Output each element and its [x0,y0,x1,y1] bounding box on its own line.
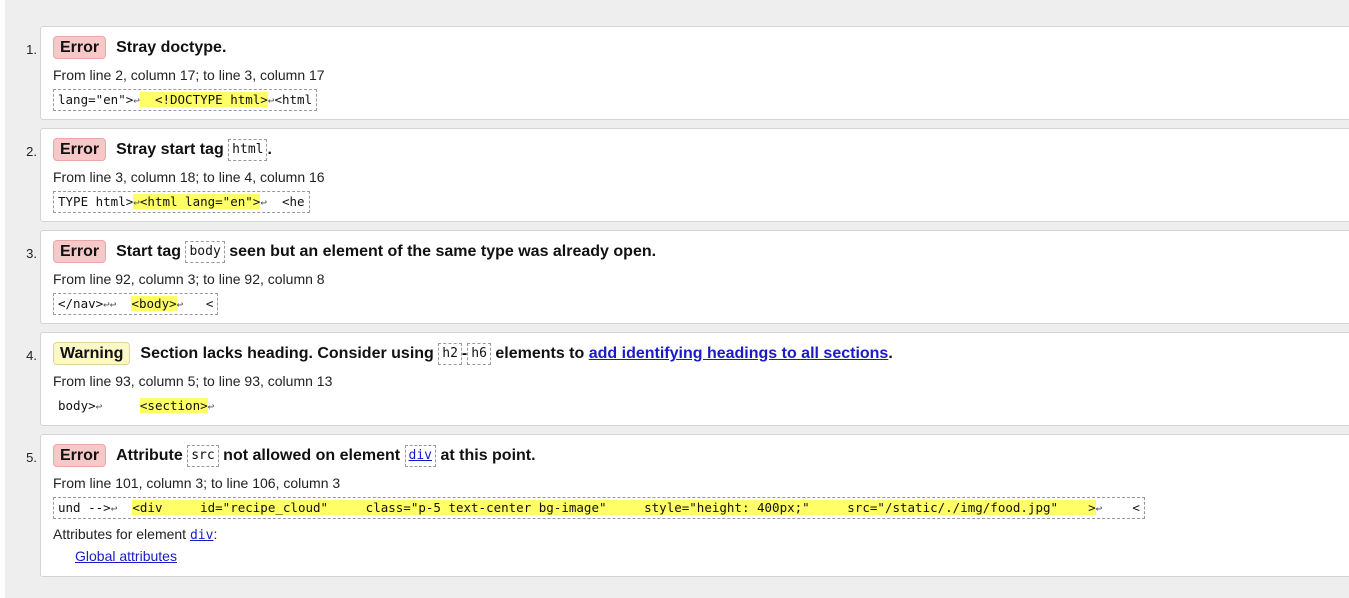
code-token: html [228,139,268,161]
location-text: From line 3, column 18; to line 4, colum… [53,169,325,185]
extract-highlight: <!DOCTYPE html> [139,92,268,107]
div-element-link[interactable]: div [409,448,432,463]
message-heading: Error Stray doctype. [53,36,226,59]
newline-icon: ↩ [260,196,267,209]
message-item: 1. Error Stray doctype. From line 2, colu… [26,26,1349,120]
code-token: src [187,445,219,467]
left-margin [0,0,5,598]
code-token: div [404,445,437,467]
headings-link[interactable]: add identifying headings to all sections [589,345,889,362]
code-extract: lang="en">↩ <!DOCTYPE html>↩<html [53,89,318,111]
error-badge: Error [53,138,107,161]
message-text: Stray start tag [116,141,224,158]
message-number: 3. [26,246,37,261]
extract-before: body> [58,398,96,413]
colon: : [213,526,218,542]
warning-badge: Warning [53,342,131,365]
code-token: h2 [438,343,462,365]
message-text: seen but an element of the same type was… [229,243,657,260]
extract-highlight: <div id="recipe_cloud" class="p-5 text-c… [132,500,1096,515]
message-text: at this point. [440,447,536,464]
extract-before: und --> [58,500,111,515]
attributes-label: Attributes for element [53,526,187,542]
newline-icon: ↩ [95,400,103,413]
message-text: Stray doctype. [116,39,227,56]
message-text: . [267,141,272,158]
message-text: Attribute [116,447,183,464]
extract-after: < [183,296,214,311]
extract-after: < [1102,500,1140,515]
message-item: 3. Error Start tag body seen but an eleme… [26,230,1349,324]
code-extract: und -->↩ <div id="recipe_cloud" class="p… [53,497,1145,519]
location-text: From line 93, column 5; to line 93, colu… [53,373,333,389]
message-number: 4. [26,348,37,363]
message-text: not allowed on element [223,447,401,464]
extract-highlight: <section> [139,398,208,413]
message-text: elements to [495,345,585,362]
message-text: Start tag [116,243,182,260]
extract-highlight: ↩<html lang="en"> [133,194,261,209]
message-item: 2. Error Stray start tag html. From line … [26,128,1349,222]
newline-icon: ↩ [110,502,118,515]
code-token: h6 [467,343,491,365]
location-text: From line 2, column 17; to line 3, colum… [53,67,325,83]
extract-before: TYPE html> [58,194,134,209]
message-text: Section lacks heading. Consider using [140,345,434,362]
newline-icon: ↩ [207,400,215,413]
error-badge: Error [53,240,107,263]
extract-after: <html [274,92,313,107]
message-item: 5. Error Attribute src not allowed on ele… [26,434,1349,577]
newline-icon: ↩ [133,94,140,107]
message-heading: Error Attribute src not allowed on elemen… [53,444,536,467]
location-text: From line 101, column 3; to line 106, co… [53,475,341,491]
extract-before: lang="en"> [58,92,134,107]
extract-highlight-text: <html lang="en"> [139,194,261,209]
global-attributes-link[interactable]: Global attributes [75,548,177,564]
code-extract: </nav>↩↩ <body>↩ < [53,293,219,315]
code-extract: body>↩ <section>↩ [53,395,219,417]
message-text: . [888,345,893,362]
newline-icon: ↩↩ [103,298,117,311]
newline-icon: ↩ [133,196,140,209]
global-attributes: Global attributes [75,548,177,564]
message-heading: Warning Section lacks heading. Consider u… [53,342,893,365]
location-text: From line 92, column 3; to line 92, colu… [53,271,325,287]
attributes-element-link[interactable]: div [190,528,213,543]
extract-highlight: <body> [131,296,177,311]
message-heading: Error Start tag body seen but an element … [53,240,656,263]
message-number: 5. [26,450,37,465]
message-number: 1. [26,42,37,57]
attributes-info: Attributes for element div: [53,526,217,543]
code-extract: TYPE html>↩<html lang="en">↩ <he [53,191,310,213]
message-heading: Error Stray start tag html. [53,138,272,161]
extract-before: </nav> [58,296,104,311]
message-item: 4. Warning Section lacks heading. Conside… [26,332,1349,426]
error-badge: Error [53,36,107,59]
error-badge: Error [53,444,107,467]
code-token: body [185,241,225,263]
extract-after: <he [266,194,305,209]
message-number: 2. [26,144,37,159]
